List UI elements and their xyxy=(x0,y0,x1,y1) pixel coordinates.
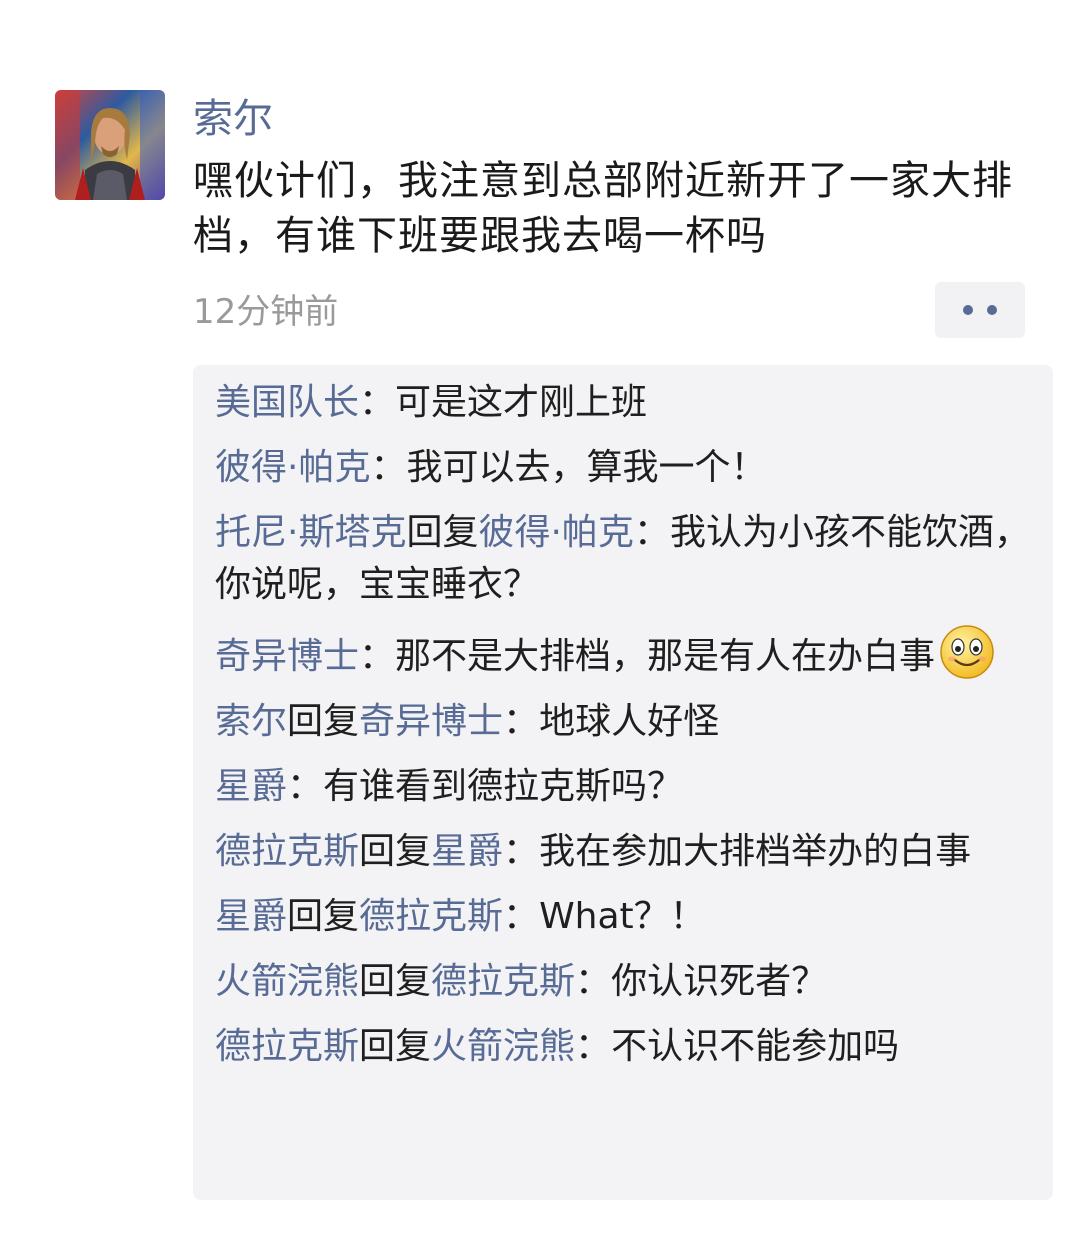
comment-item[interactable]: 星爵回复德拉克斯：What？！ xyxy=(215,891,1035,943)
comment-author[interactable]: 索尔 xyxy=(215,701,287,742)
reply-label: 回复 xyxy=(359,831,432,872)
comment-author[interactable]: 托尼·斯塔克 xyxy=(215,512,406,553)
comment-item[interactable]: 星爵：有谁看到德拉克斯吗？ xyxy=(215,761,1035,813)
reply-target[interactable]: 彼得·帕克 xyxy=(478,512,633,553)
avatar-thor-icon xyxy=(55,90,165,200)
reply-label: 回复 xyxy=(287,701,360,742)
comment-text: 地球人好怪 xyxy=(539,701,720,742)
reply-label: 回复 xyxy=(359,1026,432,1067)
post-author[interactable]: 索尔 xyxy=(193,92,1055,146)
comment-text: 你认识死者？ xyxy=(611,961,828,1002)
reply-target[interactable]: 火箭浣熊 xyxy=(431,1026,575,1067)
comment-item[interactable]: 索尔回复奇异博士：地球人好怪 xyxy=(215,696,1035,748)
comment-author[interactable]: 美国队长 xyxy=(215,382,359,423)
comment-text: 不认识不能参加吗 xyxy=(611,1026,900,1067)
comment-author[interactable]: 德拉克斯 xyxy=(215,831,359,872)
comment-colon: ： xyxy=(370,447,407,488)
comment-author[interactable]: 彼得·帕克 xyxy=(215,447,370,488)
comment-text: What？！ xyxy=(539,896,706,937)
comment-item[interactable]: 奇异博士：那不是大排档，那是有人在办白事 xyxy=(215,624,1035,683)
reply-target[interactable]: 德拉克斯 xyxy=(431,961,575,1002)
smile-emoji-icon xyxy=(940,625,994,679)
reply-label: 回复 xyxy=(406,512,479,553)
comment-colon: ： xyxy=(633,512,670,553)
comment-text: 我可以去，算我一个！ xyxy=(406,447,767,488)
comment-colon: ： xyxy=(287,766,324,807)
comment-colon: ： xyxy=(359,636,396,677)
comment-text: 可是这才刚上班 xyxy=(395,382,648,423)
comment-text: 那不是大排档，那是有人在办白事 xyxy=(395,636,936,677)
comment-colon: ： xyxy=(503,831,540,872)
comment-item[interactable]: 美国队长：可是这才刚上班 xyxy=(215,377,1035,429)
comment-colon: ： xyxy=(359,382,396,423)
reply-label: 回复 xyxy=(359,961,432,1002)
comment-list: 美国队长：可是这才刚上班 彼得·帕克：我可以去，算我一个！ 托尼·斯塔克回复彼得·帕… xyxy=(193,365,1053,1200)
post-content: 索尔 嘿伙计们，我注意到总部附近新开了一家大排档，有谁下班要跟我去喝一杯吗 12… xyxy=(193,92,1055,342)
reply-target[interactable]: 奇异博士 xyxy=(359,701,503,742)
comment-author[interactable]: 德拉克斯 xyxy=(215,1026,359,1067)
comment-item[interactable]: 托尼·斯塔克回复彼得·帕克：我认为小孩不能饮酒，你说呢，宝宝睡衣？ xyxy=(215,507,1035,611)
more-actions-button[interactable] xyxy=(935,282,1025,338)
comment-item[interactable]: 德拉克斯回复火箭浣熊：不认识不能参加吗 xyxy=(215,1021,1035,1073)
comment-colon: ： xyxy=(575,961,612,1002)
comment-item[interactable]: 彼得·帕克：我可以去，算我一个！ xyxy=(215,442,1035,494)
post-text: 嘿伙计们，我注意到总部附近新开了一家大排档，有谁下班要跟我去喝一杯吗 xyxy=(193,158,1013,259)
comment-text: 我在参加大排档举办的白事 xyxy=(539,831,972,872)
reply-target[interactable]: 德拉克斯 xyxy=(359,896,503,937)
comment-author[interactable]: 火箭浣熊 xyxy=(215,961,359,1002)
post-timestamp: 12分钟前 xyxy=(193,292,339,332)
comment-text: 有谁看到德拉克斯吗？ xyxy=(323,766,684,807)
comment-colon: ： xyxy=(503,896,540,937)
more-dot-icon xyxy=(987,305,997,315)
comment-colon: ： xyxy=(503,701,540,742)
more-dot-icon xyxy=(963,305,973,315)
comment-item[interactable]: 火箭浣熊回复德拉克斯：你认识死者？ xyxy=(215,956,1035,1008)
reply-label: 回复 xyxy=(287,896,360,937)
avatar[interactable] xyxy=(55,90,165,200)
bottom-edge xyxy=(0,1240,1080,1250)
comment-colon: ： xyxy=(575,1026,612,1067)
comment-author[interactable]: 奇异博士 xyxy=(215,636,359,677)
moments-post: 索尔 嘿伙计们，我注意到总部附近新开了一家大排档，有谁下班要跟我去喝一杯吗 12… xyxy=(0,0,1080,1250)
post-meta-row: 12分钟前 xyxy=(193,282,1055,342)
comment-author[interactable]: 星爵 xyxy=(215,766,287,807)
comment-item[interactable]: 德拉克斯回复星爵：我在参加大排档举办的白事 xyxy=(215,826,1035,878)
reply-target[interactable]: 星爵 xyxy=(431,831,503,872)
comment-author[interactable]: 星爵 xyxy=(215,896,287,937)
